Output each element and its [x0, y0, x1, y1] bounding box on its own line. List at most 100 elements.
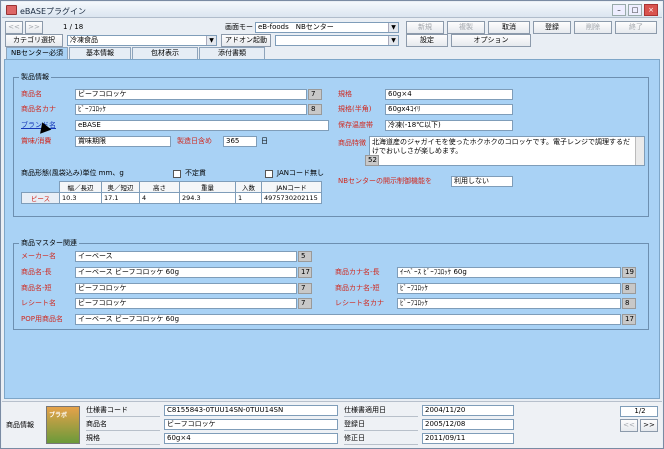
name-long-field[interactable]: イーベース ビーフコロッケ 60g: [75, 267, 297, 278]
dims-quantity-cell[interactable]: 1: [235, 192, 262, 204]
product-kana-field[interactable]: ﾋﾞｰﾌｺﾛｯｹ: [75, 104, 307, 115]
receipt-name-label: レシート名: [21, 299, 56, 307]
mode-select[interactable]: eB-foods NBセンター ▼: [255, 22, 399, 33]
storage-temp-field[interactable]: 冷凍(-18℃以下): [385, 120, 513, 131]
tab-package-display[interactable]: 包材表示: [132, 47, 198, 59]
shelf-days-label: 製造日含め: [177, 137, 212, 145]
footer-section-label: 商品情報: [6, 421, 34, 429]
maximize-button[interactable]: □: [628, 4, 642, 16]
unfixed-weight-label: 不定貫: [185, 169, 206, 177]
window-title: eBASEプラグイン: [20, 7, 87, 16]
dims-jan-cell[interactable]: 4975730202115: [261, 192, 322, 204]
dims-weight-cell[interactable]: 294.3: [179, 192, 236, 204]
record-position: 1 / 18: [63, 23, 84, 31]
dims-depth-cell[interactable]: 17.1: [101, 192, 140, 204]
feature-scrollbar[interactable]: [635, 137, 644, 165]
feature-label: 商品特徴: [338, 139, 366, 147]
product-name-field[interactable]: ビーフコロッケ: [75, 89, 307, 100]
footer-bar: 商品情報 ブラボ 仕様書コード C8155843-0TUU14SN-0TUU14…: [2, 401, 662, 448]
kana-short-count: 8: [622, 283, 636, 294]
dims-header-height: 高さ: [139, 181, 180, 193]
receipt-kana-label: レシート名カナ: [335, 299, 384, 307]
dims-header-row: 幅／長辺 奥／短辺 高さ 重量 入数 JANコード: [22, 181, 322, 193]
receipt-kana-field[interactable]: ﾋﾞｰﾌｺﾛｯｹ: [397, 298, 621, 309]
spec-field[interactable]: 60g×4: [385, 89, 513, 100]
category-select-value: 冷凍食品: [70, 36, 98, 44]
product-kana-label: 商品名カナ: [21, 105, 56, 113]
addon-launch-button[interactable]: アドオン起動: [221, 34, 271, 47]
dims-corner: [22, 182, 60, 193]
expiry-type-field[interactable]: 賞味期限: [75, 136, 171, 147]
product-kana-count: 8: [308, 104, 322, 115]
delete-button[interactable]: 削除: [574, 21, 612, 34]
copy-button[interactable]: 複製: [447, 21, 485, 34]
settings-button[interactable]: 設定: [406, 34, 448, 47]
addon-select[interactable]: ▼: [275, 35, 399, 46]
name-long-count: 17: [298, 267, 312, 278]
footer-name-value: ビーフコロッケ: [164, 419, 338, 430]
app-window: eBASEプラグイン – □ × << >> 1 / 18 画面モード eB-f…: [0, 0, 664, 449]
nb-disclosure-label: NBセンターの開示制御機能を: [338, 177, 433, 185]
name-long-label: 商品名-長: [21, 268, 52, 276]
registered-date-label: 登録日: [344, 419, 418, 431]
dims-height-cell[interactable]: 4: [139, 192, 180, 204]
next-record-button[interactable]: >>: [25, 21, 43, 34]
prev-record-button[interactable]: <<: [5, 21, 23, 34]
dims-label: 商品形態(風袋込み)単位 mm、g: [21, 169, 124, 177]
kana-long-label: 商品カナ名-長: [335, 268, 380, 276]
minimize-button[interactable]: –: [612, 4, 626, 16]
register-button[interactable]: 登録: [533, 21, 571, 34]
dims-width-cell[interactable]: 10.3: [59, 192, 102, 204]
category-select-button[interactable]: カテゴリ選択: [5, 34, 63, 47]
storage-temp-label: 保存温度帯: [338, 121, 373, 129]
dims-table: 幅／長辺 奥／短辺 高さ 重量 入数 JANコード ピース 10.3 17.1 …: [21, 181, 322, 204]
category-select[interactable]: 冷凍食品 ▼: [67, 35, 217, 46]
option-button[interactable]: オプション: [451, 34, 531, 47]
kana-long-count: 19: [622, 267, 636, 278]
dims-header-depth: 奥／短辺: [101, 181, 140, 193]
tab-attachments[interactable]: 添付書類: [199, 47, 265, 59]
receipt-name-field[interactable]: ビーフコロッケ: [75, 298, 297, 309]
pop-name-count: 17: [622, 314, 636, 325]
maker-name-field[interactable]: イーベース: [75, 251, 297, 262]
receipt-name-count: 7: [298, 298, 312, 309]
new-button[interactable]: 新規: [406, 21, 444, 34]
exit-button[interactable]: 終了: [615, 21, 657, 34]
dims-header-weight: 重量: [179, 181, 236, 193]
brand-name-field[interactable]: eBASE: [75, 120, 329, 131]
jan-none-checkbox[interactable]: [265, 170, 273, 178]
feature-textarea[interactable]: 北海道産のジャガイモを使ったホクホクのコロッケです。電子レンジで調理するだけでお…: [369, 136, 645, 166]
registered-date-value: 2005/12/08: [422, 419, 514, 430]
shelf-days-unit: 日: [261, 137, 268, 145]
kana-long-field[interactable]: ｲｰﾍﾞｰｽ ﾋﾞｰﾌｺﾛｯｹ 60g: [397, 267, 621, 278]
dims-row-label: ピース: [21, 192, 60, 204]
shelf-days-field[interactable]: 365: [223, 136, 257, 147]
expiry-type-label: 賞味/消費: [21, 137, 52, 145]
cancel-button[interactable]: 取消: [488, 21, 530, 34]
footer-page-indicator: 1/2: [620, 406, 658, 417]
maker-name-label: メーカー名: [21, 252, 56, 260]
modified-date-label: 修正日: [344, 433, 418, 445]
pop-name-field[interactable]: イーベース ビーフコロッケ 60g: [75, 314, 621, 325]
jan-none-label: JANコード無し: [277, 169, 324, 177]
chevron-down-icon: ▼: [206, 36, 216, 45]
mode-select-value: eB-foods NBセンター: [258, 23, 334, 31]
feature-text: 北海道産のジャガイモを使ったホクホクのコロッケです。電子レンジで調理するだけでお…: [372, 138, 630, 155]
nb-disclosure-field[interactable]: 利用しない: [451, 176, 513, 187]
applied-date-label: 仕様書適用日: [344, 405, 418, 417]
close-button[interactable]: ×: [644, 4, 658, 16]
product-thumbnail: ブラボ: [46, 406, 80, 444]
tab-basic-info[interactable]: 基本情報: [69, 47, 131, 59]
name-short-field[interactable]: ビーフコロッケ: [75, 283, 297, 294]
product-info-title: 製品情報: [19, 73, 51, 82]
footer-spec-label: 規格: [86, 433, 160, 445]
spec-half-field[interactable]: 60gx4ｺｲﾘ: [385, 104, 513, 115]
spec-half-label: 規格(半角): [338, 105, 372, 113]
title-bar: eBASEプラグイン – □ ×: [2, 2, 662, 18]
footer-next-button[interactable]: >>: [640, 419, 658, 432]
kana-short-field[interactable]: ﾋﾞｰﾌｺﾛｯｹ: [397, 283, 621, 294]
receipt-kana-count: 8: [622, 298, 636, 309]
footer-prev-button[interactable]: <<: [620, 419, 638, 432]
unfixed-weight-checkbox[interactable]: [173, 170, 181, 178]
maker-name-count: 5: [298, 251, 312, 262]
